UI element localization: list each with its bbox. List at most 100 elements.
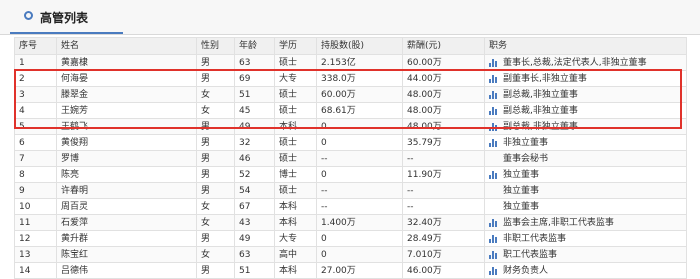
gender-cell: 男: [196, 70, 235, 87]
salary-cell: --: [402, 150, 485, 167]
table-row: 7 罗博男 46 硕士 -- -- 董事会秘书: [14, 150, 687, 167]
column-header: 持股数(股): [316, 37, 403, 55]
shares-held-cell: 0: [316, 230, 403, 247]
row-number-cell: 8: [14, 166, 57, 183]
gender-cell: 男: [196, 230, 235, 247]
shares-held-cell: --: [316, 182, 403, 199]
executive-name-cell: 黄俊翔: [56, 134, 197, 151]
position-cell: 非职工代表监事: [484, 230, 687, 247]
position-cell: 副董事长,非独立董事: [484, 70, 687, 87]
bar-chart-icon-bar: [495, 109, 497, 115]
bar-chart-icon[interactable]: [489, 138, 498, 147]
row-number-cell: 6: [14, 134, 57, 151]
bar-chart-icon-bar: [495, 269, 497, 275]
bar-chart-icon[interactable]: [489, 250, 498, 259]
row-number-cell: 14: [14, 262, 57, 279]
bar-chart-icon-bar: [495, 173, 497, 179]
row-number-cell: 9: [14, 182, 57, 199]
age-cell: 63: [234, 54, 275, 71]
age-cell: 45: [234, 102, 275, 119]
bar-chart-icon[interactable]: [489, 58, 498, 67]
position-text: 董事会秘书: [503, 153, 549, 164]
position-text: 副董事长,非独立董事: [503, 73, 587, 84]
position-cell: 董事长,总裁,法定代表人,非独立董事: [484, 54, 687, 71]
salary-cell: 48.00万: [402, 102, 485, 119]
shares-held-cell: 2.153亿: [316, 54, 403, 71]
row-number-cell: 3: [14, 86, 57, 103]
executive-name-cell: 许春明: [56, 182, 197, 199]
executive-name-cell: 黄嘉棣: [56, 54, 197, 71]
bar-chart-icon-bar: [489, 239, 491, 243]
table-row: 12 黄升群男 49 大专 0 28.49万 非职工代表监事: [14, 230, 687, 247]
position-cell: 非独立董事: [484, 134, 687, 151]
executive-name-cell: 王婉芳: [56, 102, 197, 119]
tab-executive-list[interactable]: 高管列表: [10, 0, 123, 34]
education-cell: 大专: [274, 230, 317, 247]
shares-held-cell: 0: [316, 246, 403, 263]
bar-chart-icon-bar: [492, 251, 494, 259]
gender-cell: 男: [196, 54, 235, 71]
position-text: 副总裁,非独立董事: [503, 105, 578, 116]
bar-chart-icon[interactable]: [489, 90, 498, 99]
age-cell: 32: [234, 134, 275, 151]
shares-held-cell: 0: [316, 134, 403, 151]
bar-chart-icon-bar: [489, 255, 491, 259]
shares-held-cell: 0: [316, 166, 403, 183]
row-number-cell: 7: [14, 150, 57, 167]
row-number-cell: 1: [14, 54, 57, 71]
table-row: 5 王鹤飞男 49 本科 0 48.00万 副总裁,非独立董事: [14, 118, 687, 135]
age-cell: 51: [234, 262, 275, 279]
salary-cell: 48.00万: [402, 118, 485, 135]
bar-chart-icon-bar: [492, 91, 494, 99]
age-cell: 54: [234, 182, 275, 199]
table-header-row: 序号 姓名 性别 年龄 学历 持股数(股) 薪酬(元) 职务: [14, 37, 687, 55]
bar-chart-icon-bar: [489, 175, 491, 179]
bar-chart-icon-bar: [492, 107, 494, 115]
shares-held-cell: 68.61万: [316, 102, 403, 119]
bar-chart-icon[interactable]: [489, 122, 498, 131]
bar-chart-icon-bar: [492, 139, 494, 147]
executive-name-cell: 石爱萍: [56, 214, 197, 231]
executive-name-cell: 罗博: [56, 150, 197, 167]
bar-chart-icon-bar: [495, 77, 497, 83]
bar-chart-icon[interactable]: [489, 170, 498, 179]
bar-chart-icon[interactable]: [489, 74, 498, 83]
education-cell: 硕士: [274, 134, 317, 151]
bar-chart-icon[interactable]: [489, 234, 498, 243]
bar-chart-icon[interactable]: [489, 106, 498, 115]
gender-cell: 女: [196, 214, 235, 231]
executive-name-cell: 陈宝红: [56, 246, 197, 263]
shares-held-cell: --: [316, 198, 403, 215]
bar-chart-icon[interactable]: [489, 266, 498, 275]
bar-chart-icon-bar: [489, 79, 491, 83]
age-cell: 69: [234, 70, 275, 87]
column-header: 性别: [196, 37, 235, 55]
row-number-cell: 4: [14, 102, 57, 119]
table-row: 10 周百灵女 67 本科 -- -- 独立董事: [14, 198, 687, 215]
shares-held-cell: 27.00万: [316, 262, 403, 279]
education-cell: 博士: [274, 166, 317, 183]
row-number-cell: 5: [14, 118, 57, 135]
executive-table: 序号 姓名 性别 年龄 学历 持股数(股) 薪酬(元) 职务 1 黄嘉棣男 63 硕士…: [14, 37, 687, 279]
position-cell: 独立董事: [484, 198, 687, 215]
executive-name-cell: 陈亮: [56, 166, 197, 183]
position-cell: 董事会秘书: [484, 150, 687, 167]
position-cell: 副总裁,非独立董事: [484, 118, 687, 135]
row-number-cell: 11: [14, 214, 57, 231]
row-number-cell: 12: [14, 230, 57, 247]
education-cell: 本科: [274, 262, 317, 279]
position-text: 副总裁,非独立董事: [503, 89, 578, 100]
bar-chart-icon[interactable]: [489, 218, 498, 227]
education-cell: 硕士: [274, 86, 317, 103]
table-row: 11 石爱萍女 43 本科 1.400万 32.40万 监事会主席,非职工代表监事: [14, 214, 687, 231]
bar-chart-icon-bar: [495, 141, 497, 147]
gender-cell: 女: [196, 198, 235, 215]
shares-held-cell: 0: [316, 118, 403, 135]
executive-name-cell: 王鹤飞: [56, 118, 197, 135]
gender-cell: 男: [196, 166, 235, 183]
position-text: 副总裁,非独立董事: [503, 121, 578, 132]
position-text: 非独立董事: [503, 137, 549, 148]
salary-cell: 35.79万: [402, 134, 485, 151]
bar-chart-icon-bar: [489, 95, 491, 99]
bar-chart-icon-bar: [492, 75, 494, 83]
